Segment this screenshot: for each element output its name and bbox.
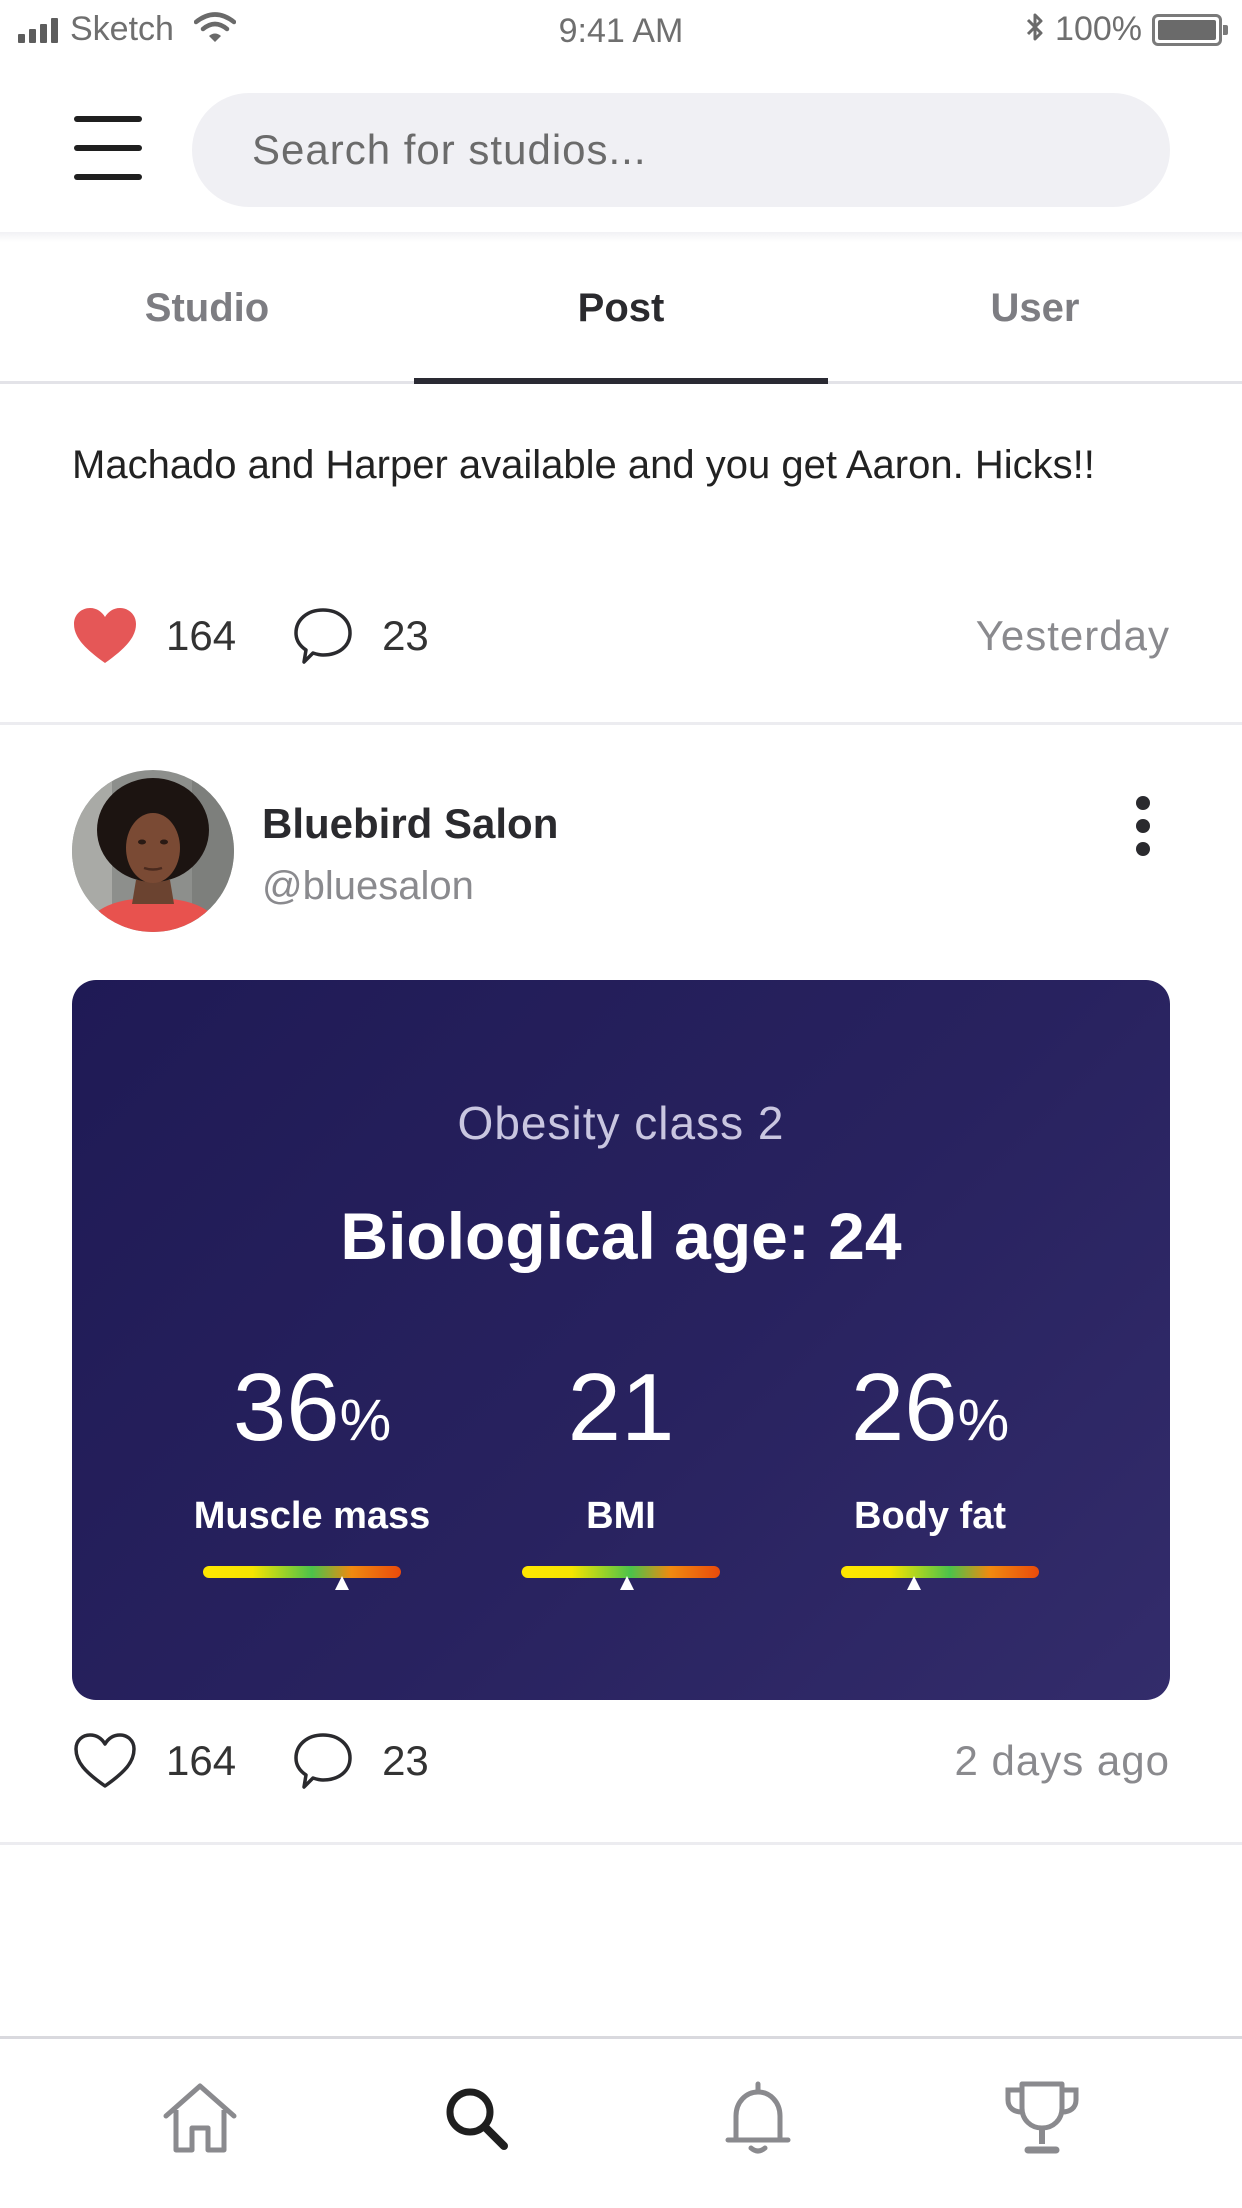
heart-filled-icon[interactable] [72,606,138,666]
dot [1136,796,1150,810]
heart-outline-icon[interactable] [72,1731,138,1791]
post-actions: 164 23 2 days ago [72,1726,1170,1796]
tab-bar-top: Studio Post User [0,242,1242,384]
gauge-muscle-mass [203,1566,401,1590]
menu-icon-line [74,145,142,151]
search-icon [440,2082,512,2159]
leaderboard-tab[interactable] [997,2075,1087,2165]
stat-label: BMI [586,1495,656,1537]
gauge-marker [907,1576,922,1590]
health-card: Obesity class 2 Biological age: 24 36% M… [72,980,1170,1700]
stat-muscle-mass: 36% Muscle mass [162,1360,462,1538]
avatar[interactable] [72,770,234,932]
notifications-tab[interactable] [713,2075,803,2165]
author-name[interactable]: Bluebird Salon [262,800,558,848]
home-icon [160,2080,240,2161]
stat-value: 36% [232,1354,392,1461]
stat-value: 26% [850,1354,1010,1461]
comment-icon [292,1730,354,1792]
status-bar: Sketch 9:41 AM 100% [0,0,1242,62]
post-divider [0,1842,1242,1845]
gauge-body-fat [841,1566,1039,1590]
tab-user[interactable]: User [828,242,1242,381]
tab-post[interactable]: Post [414,242,828,384]
tab-studio[interactable]: Studio [0,242,414,381]
trophy-icon [1002,2078,1082,2163]
comment-count: 23 [382,612,429,659]
home-tab[interactable] [155,2075,245,2165]
comment-action[interactable]: 23 [292,1730,429,1792]
stat-value: 21 [567,1354,675,1461]
status-right: 100% [1025,10,1228,49]
post-actions: 164 23 Yesterday [72,601,1170,671]
author-handle: @bluesalon [262,864,474,908]
stat-body-fat: 26% Body fat [780,1360,1080,1538]
stat-label: Body fat [854,1495,1006,1537]
search-tab[interactable] [431,2075,521,2165]
gauge-bmi [522,1566,720,1590]
menu-icon-line [74,174,142,180]
comment-count: 23 [382,1737,429,1784]
gauge-marker [619,1576,634,1590]
gauge-marker [334,1576,349,1590]
stat-label: Muscle mass [193,1495,431,1537]
menu-button[interactable] [74,116,142,180]
stat-bmi: 21 BMI [471,1360,771,1538]
post-timestamp: Yesterday [975,612,1170,659]
post-divider [0,722,1242,725]
battery-icon [1152,13,1228,46]
search-input[interactable] [192,93,1170,207]
post-timestamp: 2 days ago [954,1737,1170,1784]
bluetooth-icon [1025,11,1045,48]
dot [1136,819,1150,833]
menu-icon-line [74,116,142,122]
more-options-button[interactable] [1130,796,1156,856]
comment-action[interactable]: 23 [292,605,429,667]
card-headline: Biological age: 24 [340,1199,902,1273]
comment-icon [292,605,354,667]
header-shadow [0,232,1242,242]
battery-percent: 100% [1055,10,1142,48]
post-text: Machado and Harper available and you get… [72,443,1095,487]
bottom-tab-bar [0,2036,1242,2208]
card-classification: Obesity class 2 [457,1097,785,1149]
search-bar[interactable] [192,93,1170,207]
like-count: 164 [166,1737,237,1784]
dot [1136,842,1150,856]
bell-icon [722,2078,794,2163]
like-count: 164 [166,612,237,659]
